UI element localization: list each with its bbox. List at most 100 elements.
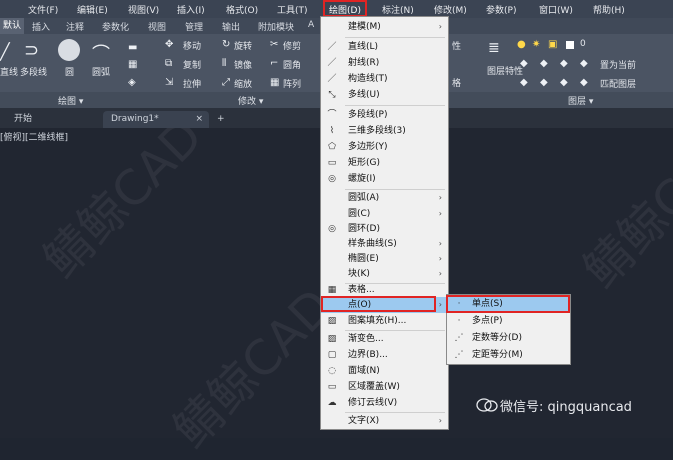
menu-item-3d-polyline[interactable]: ⌇ 三维多段线(3) <box>321 123 448 139</box>
menu-item-rectangle[interactable]: ▭ 矩形(G) <box>321 155 448 171</box>
drawing-tab[interactable]: Drawing1* × <box>103 111 209 128</box>
menu-item-polyline[interactable]: ⌒ 多段线(P) <box>321 107 448 123</box>
menu-item-polygon[interactable]: ⬠ 多边形(Y) <box>321 139 448 155</box>
polyline-tool-label[interactable]: 多段线 <box>20 65 47 78</box>
menu-tools[interactable]: 工具(T) <box>277 3 308 16</box>
move-icon[interactable]: ✥ <box>165 39 173 50</box>
viewport-controls-label[interactable]: [俯视][二维线框] <box>0 130 68 143</box>
hatch-icon[interactable]: ▦ <box>128 59 137 70</box>
menu-item-donut[interactable]: ◎ 圆环(D) <box>321 221 448 237</box>
menu-item-block[interactable]: 块(K) › <box>321 266 448 282</box>
menu-item-spline[interactable]: 样条曲线(S) › <box>321 236 448 252</box>
menu-parametric[interactable]: 参数(P) <box>486 3 516 16</box>
layer-tool-icon[interactable]: ◆ <box>560 77 568 88</box>
menu-item-multiline[interactable]: ⤡ 多线(U) <box>321 87 448 103</box>
trim-icon[interactable]: ✂ <box>270 39 278 50</box>
tab-addins[interactable]: 附加模块 <box>258 20 294 33</box>
menu-item-construction-line[interactable]: ／构造线(T) <box>321 71 448 87</box>
scale-icon[interactable]: ⤢ <box>222 77 230 88</box>
stretch-label[interactable]: 拉伸 <box>183 77 201 90</box>
layer-tool-icon[interactable]: ◆ <box>520 58 528 69</box>
menu-item-boundary[interactable]: ▢ 边界(B)... <box>321 347 448 363</box>
menu-item-gradient[interactable]: ▨ 渐变色... <box>321 331 448 347</box>
arc-tool-label[interactable]: 圆弧 <box>92 65 110 78</box>
menu-item-ellipse[interactable]: 椭圆(E) › <box>321 251 448 267</box>
tab-parametric[interactable]: 参数化 <box>102 20 129 33</box>
rectangle-icon[interactable]: ▬ <box>128 42 137 53</box>
copy-icon[interactable]: ⧉ <box>165 58 172 69</box>
rotate-icon[interactable]: ↻ <box>222 39 230 50</box>
lock-icon[interactable]: ▣ <box>548 39 557 50</box>
menu-separator <box>345 105 445 106</box>
menu-item-revision-cloud[interactable]: ☁ 修订云线(V) <box>321 395 448 411</box>
menu-window[interactable]: 窗口(W) <box>539 3 573 16</box>
menu-item-line[interactable]: ／直线(L) <box>321 39 448 55</box>
close-icon[interactable]: × <box>195 111 203 127</box>
layer-tool-icon[interactable]: ◆ <box>580 58 588 69</box>
mirror-label[interactable]: 镜像 <box>234 58 252 71</box>
submenu-item-divide[interactable]: ⋰ 定数等分(D) <box>447 330 570 347</box>
set-current-label[interactable]: 置为当前 <box>600 58 636 71</box>
menu-view[interactable]: 视图(V) <box>128 3 159 16</box>
menu-item-ray[interactable]: ／射线(R) <box>321 55 448 71</box>
menu-edit[interactable]: 编辑(E) <box>77 3 108 16</box>
fillet-label[interactable]: 圆角 <box>283 58 301 71</box>
move-label[interactable]: 移动 <box>183 39 201 52</box>
tab-manage[interactable]: 管理 <box>185 20 203 33</box>
menu-item-modeling[interactable]: 建模(M) › <box>321 19 448 35</box>
lightbulb-icon[interactable]: ● <box>517 39 526 50</box>
stretch-icon[interactable]: ⇲ <box>165 77 173 88</box>
tab-annotate[interactable]: 注释 <box>66 20 84 33</box>
menu-item-wipeout[interactable]: ▭ 区域覆盖(W) <box>321 379 448 395</box>
panel-title-draw[interactable]: 绘图 ▾ <box>58 94 83 107</box>
tab-insert[interactable]: 插入 <box>32 20 50 33</box>
layer-tool-icon[interactable]: ◆ <box>540 58 548 69</box>
rotate-label[interactable]: 旋转 <box>234 39 252 52</box>
line-icon[interactable]: ╱ <box>0 42 10 61</box>
sun-icon[interactable]: ✷ <box>532 39 540 50</box>
submenu-item-multiple-points[interactable]: · 多点(P) <box>447 313 570 330</box>
menu-modify[interactable]: 修改(M) <box>434 3 467 16</box>
menu-item-arc[interactable]: 圆弧(A) › <box>321 190 448 206</box>
tab-view[interactable]: 视图 <box>148 20 166 33</box>
menu-item-region[interactable]: ◌ 面域(N) <box>321 363 448 379</box>
copy-label[interactable]: 复制 <box>183 58 201 71</box>
mirror-icon[interactable]: ⫴ <box>222 58 226 69</box>
array-icon[interactable]: ▦ <box>270 77 279 88</box>
tab-default[interactable]: 默认 <box>0 18 25 34</box>
scale-label[interactable]: 缩放 <box>234 77 252 90</box>
layer-properties-icon[interactable]: ≣ <box>488 40 500 56</box>
start-tab[interactable]: 开始 <box>14 111 32 128</box>
line-tool-label[interactable]: 直线 <box>0 65 18 78</box>
menu-item-text[interactable]: 文字(X) › <box>321 413 448 429</box>
layer-tool-icon[interactable]: ◆ <box>580 77 588 88</box>
menu-item-hatch[interactable]: ▨ 图案填充(H)... <box>321 313 448 329</box>
current-layer-value[interactable]: 0 <box>580 39 586 49</box>
layer-properties-label[interactable]: 图层特性 <box>487 64 523 77</box>
fillet-icon[interactable]: ⌐ <box>270 58 278 69</box>
trim-label[interactable]: 修剪 <box>283 39 301 52</box>
layer-tool-icon[interactable]: ◆ <box>520 77 528 88</box>
menu-item-helix[interactable]: ◎ 螺旋(I) <box>321 171 448 187</box>
menu-format[interactable]: 格式(O) <box>226 3 258 16</box>
menu-dimension[interactable]: 标注(N) <box>382 3 414 16</box>
menu-help[interactable]: 帮助(H) <box>593 3 625 16</box>
arc-icon[interactable]: ⌒ <box>92 40 110 66</box>
layer-tool-icon[interactable]: ◆ <box>560 58 568 69</box>
add-tab-icon[interactable]: + <box>217 111 225 128</box>
tab-output[interactable]: 输出 <box>222 20 240 33</box>
submenu-item-measure[interactable]: ⋰ 定距等分(M) <box>447 347 570 364</box>
polyline-icon[interactable]: ⊃ <box>24 40 39 61</box>
gradient-icon[interactable]: ◈ <box>128 77 136 88</box>
tab-more[interactable]: A <box>308 20 314 30</box>
panel-title-layer[interactable]: 图层 ▾ <box>568 94 593 107</box>
circle-icon[interactable] <box>58 39 80 61</box>
menu-item-circle[interactable]: 圆(C) › <box>321 206 448 222</box>
layer-tool-icon[interactable]: ◆ <box>540 77 548 88</box>
menu-file[interactable]: 文件(F) <box>28 3 58 16</box>
array-label[interactable]: 阵列 <box>283 77 301 90</box>
panel-title-modify[interactable]: 修改 ▾ <box>238 94 263 107</box>
match-layer-label[interactable]: 匹配图层 <box>600 77 636 90</box>
menu-insert[interactable]: 插入(I) <box>177 3 205 16</box>
circle-tool-label[interactable]: 圆 <box>65 65 74 78</box>
